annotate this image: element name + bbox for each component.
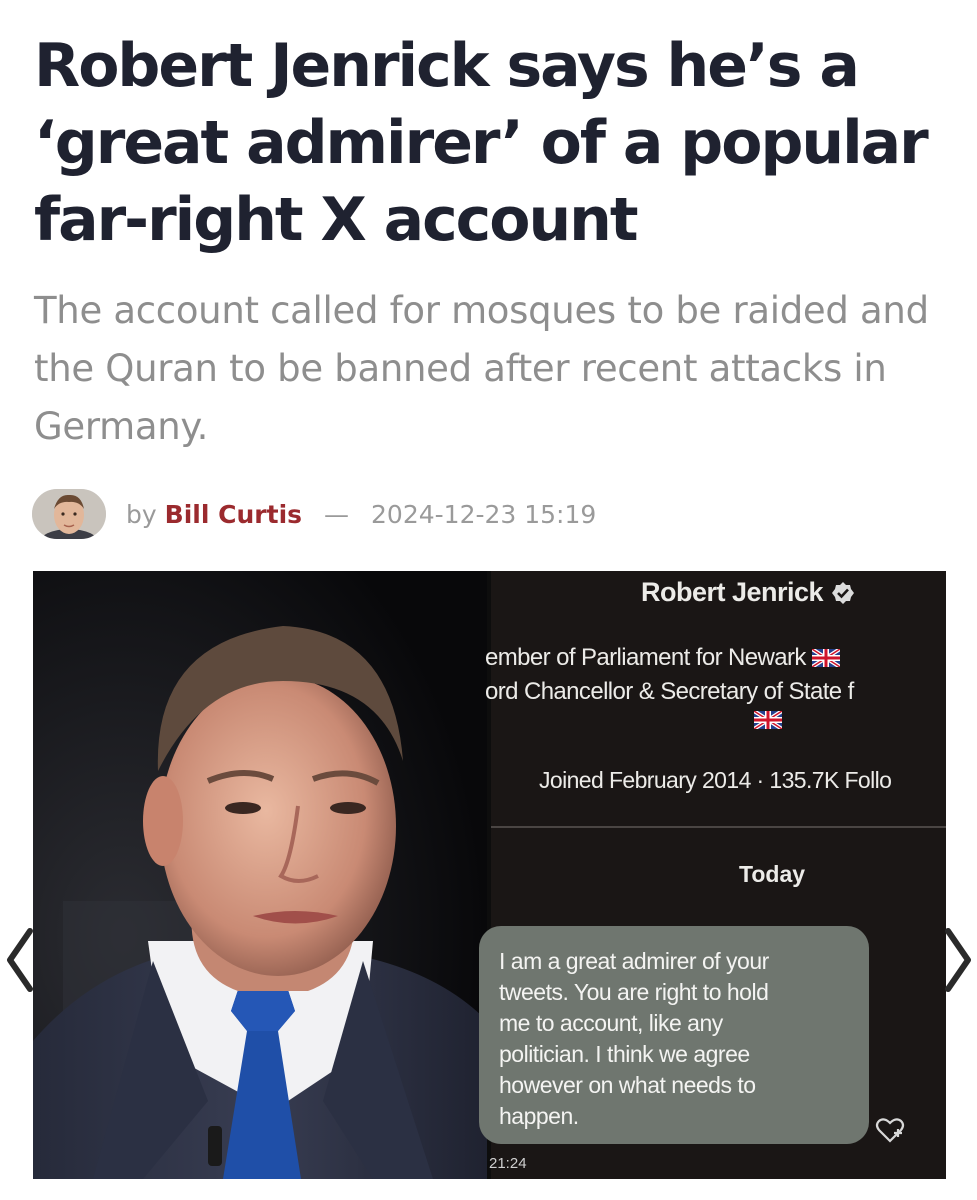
message-line: me to account, like any xyxy=(499,1010,723,1036)
message-line: however on what needs to xyxy=(499,1072,756,1098)
avatar-photo xyxy=(32,489,106,539)
profile-name: Robert Jenrick xyxy=(641,577,824,607)
byline-separator: — xyxy=(324,499,350,529)
article-page: Robert Jenrick says he’s a ‘great admire… xyxy=(0,0,977,1200)
day-label: Today xyxy=(739,861,806,887)
message-screenshot: Robert Jenrick ember of Parliament for N… xyxy=(479,571,946,1179)
publish-date: 2024-12-23 15:19 xyxy=(371,499,597,529)
byline-prefix: by xyxy=(126,499,157,529)
article-title: Robert Jenrick says he’s a ‘great admire… xyxy=(34,31,929,255)
message-line: I am a great admirer of your xyxy=(499,948,769,974)
author-avatar[interactable] xyxy=(32,489,106,539)
divider xyxy=(491,826,946,828)
message-bubble: I am a great admirer of your tweets. You… xyxy=(479,926,869,1144)
bio-line-2: ord Chancellor & Secretary of State f xyxy=(485,678,854,705)
message-line: tweets. You are right to hold xyxy=(499,979,769,1005)
message-time: 21:24 xyxy=(489,1155,527,1172)
verified-badge-icon xyxy=(832,581,855,604)
article-subtitle: The account called for mosques to be rai… xyxy=(34,289,929,448)
chevron-left-icon[interactable] xyxy=(2,925,36,995)
joined-info: Joined February 2014 · 135.7K Follo xyxy=(539,767,892,793)
author-link[interactable]: Bill Curtis xyxy=(165,500,302,529)
screenshot-content: Robert Jenrick ember of Parliament for N… xyxy=(479,571,946,1179)
profile-name-row: Robert Jenrick xyxy=(641,577,855,608)
byline: by Bill Curtis — 2024-12-23 15:19 xyxy=(32,488,596,540)
profile-bio: ember of Parliament for Newark ord Chanc… xyxy=(485,641,946,709)
portrait-photo xyxy=(33,571,487,1179)
message-line: happen. xyxy=(499,1103,579,1129)
image-gallery[interactable]: Robert Jenrick ember of Parliament for N… xyxy=(33,571,946,1179)
bio-line-1: ember of Parliament for Newark xyxy=(485,644,806,671)
uk-flag-icon xyxy=(810,647,841,669)
message-line: politician. I think we agree xyxy=(499,1041,750,1067)
uk-flag-icon xyxy=(754,711,782,729)
heart-plus-icon xyxy=(875,1118,905,1143)
portrait-image xyxy=(33,571,487,1179)
chevron-right-icon[interactable] xyxy=(942,925,976,995)
